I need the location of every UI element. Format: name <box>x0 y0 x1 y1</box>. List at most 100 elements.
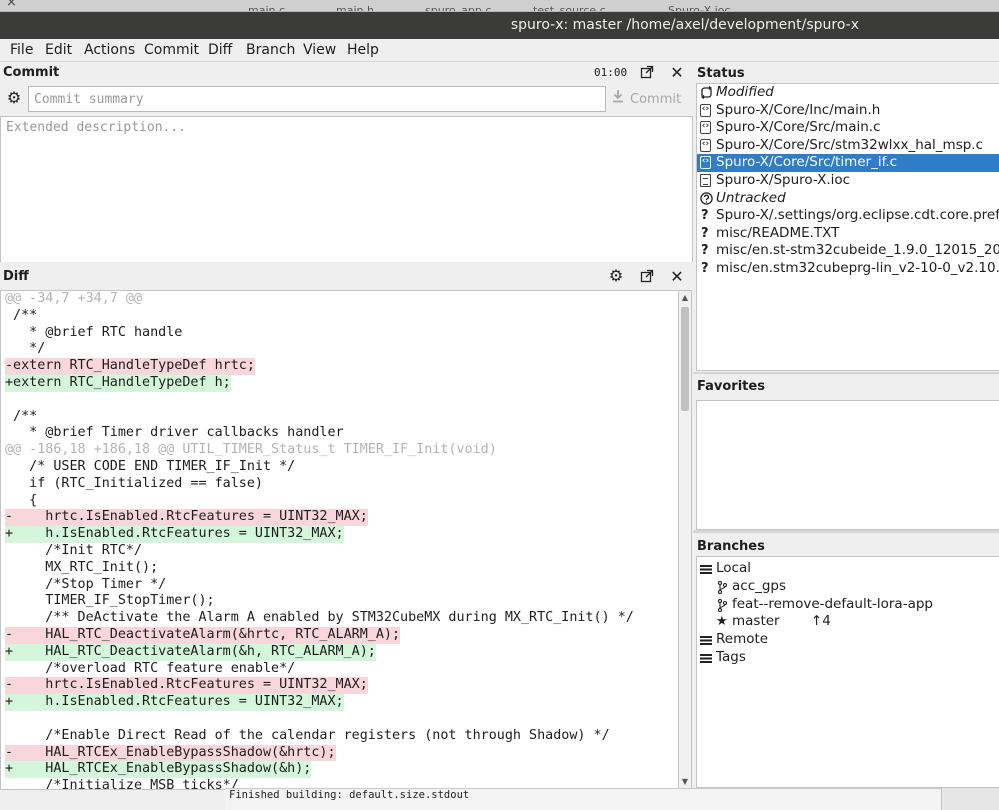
status-file-item[interactable]: Spuro-X/Core/Inc/main.h <box>697 101 999 120</box>
menu-diff[interactable]: Diff <box>208 39 232 61</box>
download-icon <box>612 89 626 110</box>
status-file-item[interactable]: ? misc/README.TXT <box>697 225 999 243</box>
question-circle-icon <box>700 191 713 205</box>
window-titlebar[interactable]: spuro-x: master /home/axel/development/s… <box>0 12 999 39</box>
menu-branch[interactable]: Branch <box>246 39 295 61</box>
diff-line-added[interactable]: + h.IsEnabled.RtcFeatures = UINT32_MAX; <box>1 694 678 711</box>
branch-name: master <box>732 613 780 630</box>
status-file-item[interactable]: ? misc/en.st-stm32cubeide_1.9.0_12015_20… <box>697 242 999 260</box>
branches-list[interactable]: Local acc_gps feat--remove-default-lora-… <box>696 556 999 788</box>
status-list[interactable]: Modified Spuro-X/Core/Inc/main.h Spuro-X… <box>696 83 999 371</box>
branch-item[interactable]: acc_gps <box>697 578 999 596</box>
status-group-label: Modified <box>716 84 774 100</box>
branch-item-current[interactable]: ★ master ↑4 <box>697 613 999 631</box>
diff-line-text: /*overload RTC feature enable*/ <box>5 660 296 676</box>
diff-line-text <box>5 392 13 409</box>
diff-line-context[interactable]: { <box>1 493 678 510</box>
commit-button[interactable]: Commit <box>612 89 681 109</box>
gear-icon[interactable]: ⚙ <box>608 268 624 284</box>
diff-line-added[interactable]: + HAL_RTCEx_EnableBypassShadow(&h); <box>1 761 678 779</box>
diff-panel: Diff ⚙ ✕ @@ -34,7 +34,7 @@ /** * @brief … <box>0 262 693 810</box>
branch-group-label: Local <box>716 560 751 576</box>
diff-line-context[interactable] <box>1 711 678 728</box>
background-tab-strip: × main.c main.h spuro_app.c test_source.… <box>0 0 999 12</box>
diff-line-text: * @brief Timer driver callbacks handler <box>5 425 344 441</box>
popout-icon[interactable] <box>640 269 656 283</box>
diff-line-context[interactable]: /*overload RTC feature enable*/ <box>1 661 678 678</box>
status-file-item[interactable]: ? misc/en.stm32cubeprg-lin_v2-10-0_v2.10… <box>697 260 999 278</box>
text-file-icon <box>700 173 711 187</box>
diff-line-context[interactable]: /*Enable Direct Read of the calendar reg… <box>1 728 678 745</box>
diff-line-added[interactable]: +extern RTC_HandleTypeDef h; <box>1 374 678 392</box>
diff-line-text: - hrtc.IsEnabled.RtcFeatures = UINT32_MA… <box>5 677 368 695</box>
scroll-up-arrow-icon[interactable]: ▲ <box>679 292 691 304</box>
favorites-list[interactable] <box>696 400 999 530</box>
diff-line-text: + HAL_RTC_DeactivateAlarm(&h, RTC_ALARM_… <box>5 643 376 661</box>
status-file-item-selected[interactable]: Spuro-X/Core/Src/timer_if.c <box>697 153 999 172</box>
diff-scrollbar[interactable]: ▲ ▼ <box>678 290 692 790</box>
diff-line-removed[interactable]: - hrtc.IsEnabled.RtcFeatures = UINT32_MA… <box>1 677 678 695</box>
menu-edit[interactable]: Edit <box>45 39 72 61</box>
diff-line-text: { <box>5 492 38 508</box>
diff-line-context[interactable] <box>1 392 678 409</box>
branch-item[interactable]: feat--remove-default-lora-app <box>697 596 999 614</box>
branch-group-local[interactable]: Local <box>697 560 999 578</box>
diff-line-removed[interactable]: -extern RTC_HandleTypeDef hrtc; <box>1 358 678 375</box>
commit-button-label: Commit <box>630 92 682 107</box>
menu-view[interactable]: View <box>303 39 336 61</box>
branch-group-label: Tags <box>716 648 746 665</box>
scrollbar-thumb[interactable] <box>681 307 689 411</box>
diff-line-added[interactable]: + HAL_RTC_DeactivateAlarm(&h, RTC_ALARM_… <box>1 643 678 661</box>
diff-line-context[interactable]: TIMER_IF_StopTimer(); <box>1 593 678 610</box>
status-group-untracked[interactable]: Untracked <box>697 190 999 208</box>
diff-line-context[interactable]: /** <box>1 308 678 325</box>
diff-line-context[interactable]: * @brief Timer driver callbacks handler <box>1 425 678 442</box>
branch-group-remote[interactable]: Remote <box>697 631 999 649</box>
branch-group-tags[interactable]: Tags <box>697 649 999 667</box>
menu-actions[interactable]: Actions <box>84 39 135 61</box>
scroll-down-arrow-icon[interactable]: ▼ <box>679 776 691 788</box>
status-file-item[interactable]: ? Spuro-X/.settings/org.eclipse.cdt.core… <box>697 207 999 225</box>
diff-line-removed[interactable]: - HAL_RTCEx_EnableBypassShadow(&hrtc); <box>1 744 678 762</box>
gear-icon[interactable]: ⚙ <box>6 90 22 106</box>
code-file-icon <box>700 118 711 136</box>
diff-line-text: /** DeActivate the Alarm A enabled by ST… <box>5 610 634 626</box>
diff-view[interactable]: @@ -34,7 +34,7 @@ /** * @brief RTC handl… <box>0 290 678 790</box>
diff-line-context[interactable]: /*Init RTC*/ <box>1 543 678 560</box>
diff-hunk-header[interactable]: @@ -34,7 +34,7 @@ <box>1 291 678 308</box>
question-icon: ? <box>701 208 709 224</box>
diff-panel-title: Diff <box>3 269 29 284</box>
diff-line-removed[interactable]: - HAL_RTC_DeactivateAlarm(&hrtc, RTC_ALA… <box>1 626 678 644</box>
close-icon[interactable]: ✕ <box>669 269 685 285</box>
diff-line-context[interactable]: /** DeActivate the Alarm A enabled by ST… <box>1 610 678 627</box>
diff-line-context[interactable]: /*Stop Timer */ <box>1 577 678 594</box>
status-file-item[interactable]: Spuro-X/Core/Src/stm32wlxx_hal_msp.c <box>697 136 999 155</box>
branches-panel: Branches Local acc_gps feat--remove-defa… <box>693 533 999 788</box>
question-icon: ? <box>701 243 709 259</box>
diff-line-context[interactable]: /* USER CODE END TIMER_IF_Init */ <box>1 459 678 476</box>
diff-line-context[interactable]: */ <box>1 341 678 358</box>
status-file-path: Spuro-X/Core/Inc/main.h <box>716 101 881 118</box>
status-file-item[interactable]: Spuro-X/Spuro-X.ioc <box>697 172 999 190</box>
status-group-label: Untracked <box>716 189 786 206</box>
menu-commit[interactable]: Commit <box>144 39 199 61</box>
close-icon[interactable]: ✕ <box>669 65 685 81</box>
diff-line-removed[interactable]: - hrtc.IsEnabled.RtcFeatures = UINT32_MA… <box>1 509 678 527</box>
diff-line-context[interactable]: if (RTC_Initialized == false) <box>1 476 678 493</box>
menu-file[interactable]: File <box>10 39 33 61</box>
diff-line-context[interactable]: MX_RTC_Init(); <box>1 560 678 577</box>
diff-line-context[interactable]: * @brief RTC handle <box>1 325 678 342</box>
commit-summary-input[interactable] <box>28 86 606 112</box>
diff-line-text: */ <box>5 341 46 357</box>
code-file-icon <box>700 153 711 171</box>
diff-hunk-header[interactable]: @@ -186,18 +186,18 @@ UTIL_TIMER_Status_… <box>1 442 678 459</box>
diff-line-text: /*Stop Timer */ <box>5 576 167 592</box>
code-file-icon <box>700 101 711 118</box>
status-file-item[interactable]: Spuro-X/Core/Src/main.c <box>697 118 999 137</box>
diff-line-text: +extern RTC_HandleTypeDef h; <box>5 374 231 392</box>
diff-line-context[interactable]: /** <box>1 409 678 426</box>
status-group-modified[interactable]: Modified <box>697 84 999 102</box>
popout-icon[interactable] <box>640 65 656 79</box>
diff-line-added[interactable]: + h.IsEnabled.RtcFeatures = UINT32_MAX; <box>1 526 678 543</box>
menu-help[interactable]: Help <box>347 39 379 61</box>
